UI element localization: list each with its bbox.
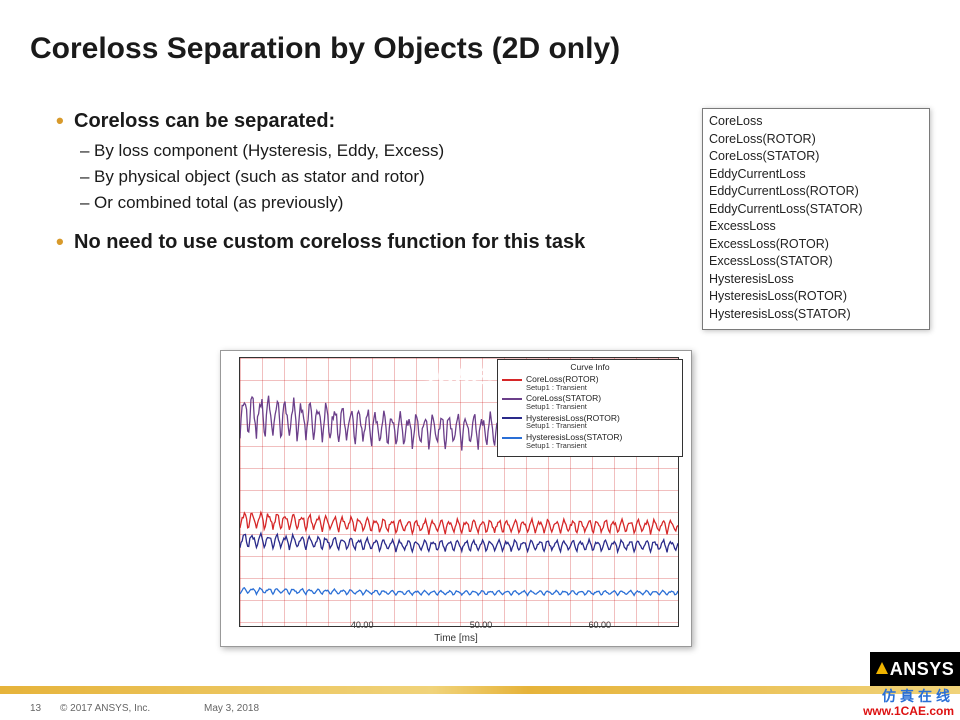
slide-body: Coreloss can be separated: By loss compo… [56,110,626,262]
list-item[interactable]: ExcessLoss(ROTOR) [709,236,923,254]
legend-swatch [502,437,522,439]
ansys-logo-text: ANSYS [890,659,955,680]
list-item[interactable]: ExcessLoss [709,218,923,236]
x-ticks: 40.00 50.00 60.00 [239,620,679,632]
footer-date: May 3, 2018 [204,703,259,714]
sub-combined-total: Or combined total (as previously) [80,193,626,213]
legend-sublabel: Setup1 : Transient [526,384,678,393]
list-item[interactable]: EddyCurrentLoss(ROTOR) [709,183,923,201]
x-axis-label: Time [ms] [221,633,691,644]
list-item[interactable]: EddyCurrentLoss [709,166,923,184]
list-item[interactable]: CoreLoss [709,113,923,131]
chart-legend: Curve Info CoreLoss(ROTOR) Setup1 : Tran… [497,359,683,457]
bullet-coreloss-separated: Coreloss can be separated: [56,110,626,133]
slide-title: Coreloss Separation by Objects (2D only) [30,32,620,66]
sub-by-physical-object: By physical object (such as stator and r… [80,167,626,187]
list-item[interactable]: HysteresisLoss [709,271,923,289]
list-item[interactable]: ExcessLoss(STATOR) [709,253,923,271]
coreloss-chart: 1CAE. Curve Info CoreLoss(ROTOR) Setup1 … [220,350,692,647]
site-url: www.1CAE.com [863,705,954,718]
page-number: 13 [30,703,41,714]
sub-by-loss-component: By loss component (Hysteresis, Eddy, Exc… [80,141,626,161]
x-tick: 60.00 [589,620,612,630]
ansys-logo: ANSYS [870,652,960,686]
list-item[interactable]: CoreLoss(ROTOR) [709,131,923,149]
ansys-triangle-icon [876,662,888,674]
x-tick: 40.00 [351,620,374,630]
list-item[interactable]: CoreLoss(STATOR) [709,148,923,166]
legend-sublabel: Setup1 : Transient [526,442,678,451]
footer: 13 © 2017 ANSYS, Inc. May 3, 2018 [0,694,960,720]
legend-swatch [502,379,522,381]
variable-listbox[interactable]: CoreLoss CoreLoss(ROTOR) CoreLoss(STATOR… [702,108,930,330]
footer-accent-bar [0,686,960,694]
legend-swatch [502,398,522,400]
x-tick: 50.00 [470,620,493,630]
bullet-no-custom-function: No need to use custom coreloss function … [56,231,626,254]
legend-sublabel: Setup1 : Transient [526,403,678,412]
site-watermark: 仿真在线 www.1CAE.com [863,689,954,718]
legend-swatch [502,417,522,419]
legend-sublabel: Setup1 : Transient [526,422,678,431]
list-item[interactable]: HysteresisLoss(STATOR) [709,306,923,324]
slide: Coreloss Separation by Objects (2D only)… [0,0,960,720]
list-item[interactable]: EddyCurrentLoss(STATOR) [709,201,923,219]
copyright: © 2017 ANSYS, Inc. [60,703,150,714]
legend-title: Curve Info [502,363,678,373]
site-cn: 仿真在线 [863,689,954,704]
list-item[interactable]: HysteresisLoss(ROTOR) [709,288,923,306]
